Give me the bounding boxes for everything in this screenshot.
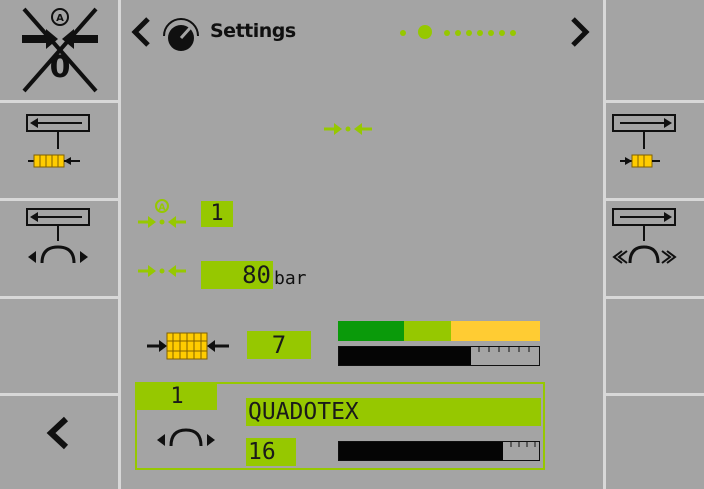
page-title: Settings: [210, 20, 296, 42]
clamp-pressure-icon: [324, 123, 372, 135]
back-arrow-icon: [46, 416, 69, 450]
clamp-force-icon: [138, 265, 186, 277]
svg-text:0: 0: [50, 50, 71, 85]
pressure-value[interactable]: 80: [201, 261, 273, 289]
level-ticks: [478, 347, 530, 352]
level-segment-low: [338, 321, 404, 341]
device-panel: 1 QUADOTEX 16: [135, 382, 545, 470]
level-segment-high: [451, 321, 540, 341]
page-dot: [455, 30, 461, 36]
empty-right-button-5[interactable]: [606, 396, 704, 489]
level-progress-track: [338, 346, 540, 366]
back-button[interactable]: [0, 396, 118, 489]
page-dot: [477, 30, 483, 36]
move-left-clamp-button[interactable]: [0, 103, 118, 198]
empty-left-button[interactable]: [0, 299, 118, 393]
move-left-clamp-icon: [26, 114, 90, 168]
auto-clamp-icon: A: [138, 199, 186, 228]
level-segment-mid: [404, 321, 451, 341]
page-dot: [466, 30, 472, 36]
pressure-unit: bar: [274, 268, 307, 289]
device-progress-track: [338, 441, 540, 461]
move-left-roll-icon: [26, 208, 90, 264]
svg-text:A: A: [159, 203, 166, 213]
clamp-toggle-button[interactable]: A 0: [0, 0, 118, 100]
device-value[interactable]: 16: [246, 438, 296, 466]
gauge-icon: [163, 18, 199, 51]
device-index[interactable]: 1: [137, 384, 217, 410]
move-left-roll-button[interactable]: [0, 201, 118, 296]
clamp-disabled-icon: A 0: [22, 7, 98, 93]
chevron-left-icon[interactable]: [130, 16, 152, 48]
device-name[interactable]: QUADOTEX: [246, 398, 541, 426]
page-dot: [488, 30, 494, 36]
roll-pressure-icon: [157, 428, 215, 447]
chevron-right-icon[interactable]: [569, 16, 591, 48]
page-dot: [510, 30, 516, 36]
move-right-clamp-icon: [612, 114, 676, 168]
empty-right-button-top[interactable]: [606, 0, 704, 100]
move-right-roll-icon: [612, 208, 677, 264]
move-right-roll-button[interactable]: [606, 201, 704, 296]
divider-left: [118, 0, 121, 489]
device-progress-fill: [339, 442, 503, 460]
auto-clamp-value[interactable]: 1: [201, 201, 233, 227]
device-ticks: [510, 442, 536, 447]
level-progress-fill: [339, 347, 471, 365]
page-dot-active: [418, 25, 432, 39]
page-dot: [444, 30, 450, 36]
empty-right-button-4[interactable]: [606, 299, 704, 393]
clamp-pressure-value[interactable]: 7: [247, 331, 311, 359]
svg-text:A: A: [56, 13, 64, 24]
page-dot: [499, 30, 505, 36]
page-dot: [400, 30, 406, 36]
clamp-pressure-level-icon: [147, 332, 229, 360]
move-right-clamp-button[interactable]: [606, 103, 704, 198]
